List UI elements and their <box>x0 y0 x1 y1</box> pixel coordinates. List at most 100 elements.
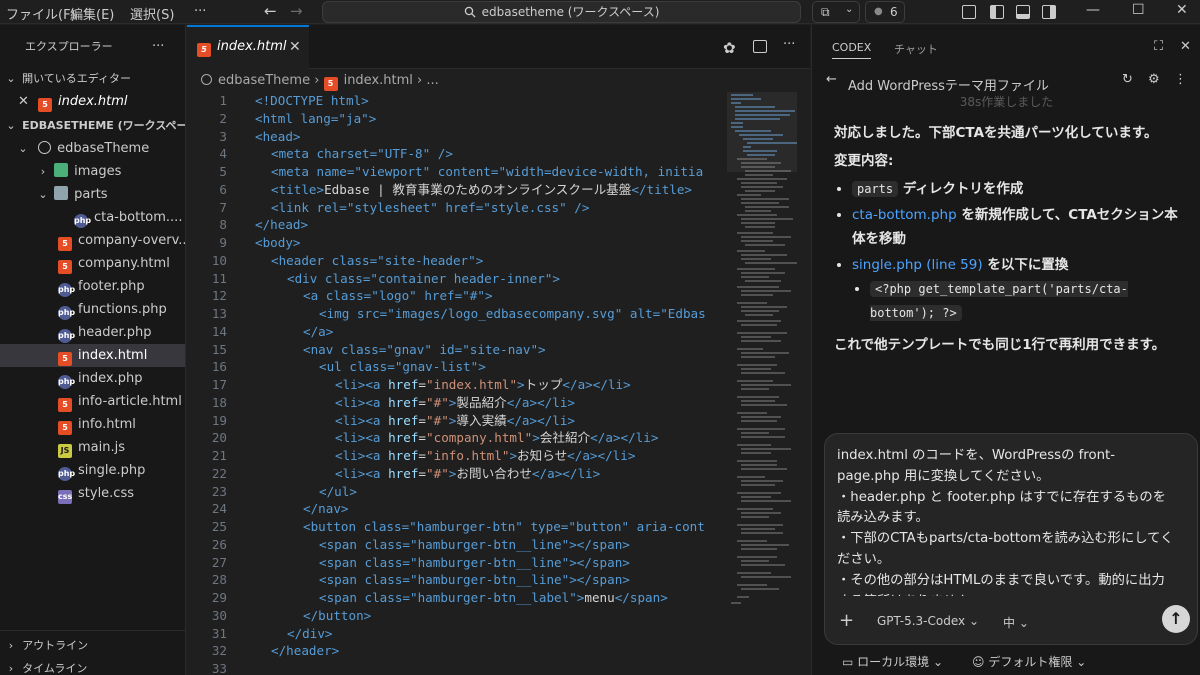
code-line: </head> <box>255 217 309 233</box>
more-actions-icon[interactable]: ⋮ <box>1174 72 1187 87</box>
model-select[interactable]: GPT-5.3-Codex ⌄ <box>877 614 979 628</box>
copilot-button[interactable]: ⧉ ⌄ <box>812 1 860 23</box>
html-file-icon: 5 <box>58 237 72 251</box>
code-view[interactable]: 1 2 3 4 5 6 7 8 9 10 11 12 13 14 15 16 1… <box>187 92 727 675</box>
openai-icon[interactable]: ✿ <box>723 39 736 57</box>
tree-item-style-css[interactable]: css style.css <box>0 482 185 505</box>
split-editor-icon[interactable] <box>753 40 767 53</box>
line-number: 26 <box>211 536 227 552</box>
toggle-sidebar-icon[interactable] <box>990 5 1004 19</box>
close-icon[interactable]: ✕ <box>18 90 29 113</box>
tree-item-parts[interactable]: ⌄ parts <box>0 183 185 206</box>
tree-item-cta-bottom[interactable]: php cta-bottom.... <box>0 206 185 229</box>
settings-gear-icon[interactable]: ⚙ <box>1148 72 1160 87</box>
line-number: 27 <box>211 554 227 570</box>
tree-item-single[interactable]: php single.php <box>0 459 185 482</box>
list-item: parts ディレクトリを作成 <box>852 177 1179 201</box>
open-editor-item[interactable]: ✕ 5 index.html <box>0 90 185 113</box>
expand-icon[interactable]: ⛶ <box>1154 39 1163 54</box>
agent-count-badge[interactable]: ● 6 <box>865 1 905 23</box>
copilot-icon: ⧉ <box>821 5 830 19</box>
line-number: 33 <box>211 661 227 675</box>
tab-codex[interactable]: CODEX <box>832 41 872 59</box>
tree-item-info[interactable]: 5 info.html <box>0 413 185 436</box>
maximize-icon[interactable]: ☐ <box>1132 2 1145 18</box>
open-editors-label: 開いているエディター <box>22 72 132 85</box>
sub-list: <?php get_template_part('parts/cta-botto… <box>852 277 1179 325</box>
close-window-icon[interactable]: ✕ <box>1176 2 1188 18</box>
workspace-section[interactable]: ⌄ EDBASETHEME (ワークスペース) <box>0 114 185 137</box>
chevron-right-icon: › <box>8 639 14 652</box>
reasoning-effort-select[interactable]: 中 ⌄ <box>1003 614 1029 631</box>
chevron-right-icon: › <box>40 165 46 178</box>
tree-item-company[interactable]: 5 company.html <box>0 252 185 275</box>
tree-item-main-js[interactable]: JS main.js <box>0 436 185 459</box>
file-link[interactable]: cta-bottom.php <box>852 207 957 223</box>
menu-file[interactable]: ファイル(F) <box>6 4 76 23</box>
assistant-message: 38s作業しました 対応しました。下部CTAを共通パーツ化しています。 変更内容… <box>834 95 1179 357</box>
inline-code: parts <box>852 181 899 197</box>
timeline-label: タイムライン <box>22 662 88 675</box>
tree-item-functions[interactable]: php functions.php <box>0 298 185 321</box>
tree-item-index-html[interactable]: 5 index.html <box>0 344 185 367</box>
explorer-more-icon[interactable]: ··· <box>152 35 164 58</box>
close-icon[interactable]: ✕ <box>289 39 301 55</box>
tab-chat[interactable]: チャット <box>894 41 938 57</box>
chevron-down-icon: ⌄ <box>1018 616 1029 630</box>
menu-more[interactable]: ··· <box>194 4 206 19</box>
permission-select[interactable]: ☺ デフォルト権限 ⌄ <box>972 653 1086 670</box>
chat-input-box[interactable]: index.html のコードを、WordPressの front-page.p… <box>824 433 1198 645</box>
list-item: <?php get_template_part('parts/cta-botto… <box>870 277 1179 325</box>
prompt-input[interactable]: index.html のコードを、WordPressの front-page.p… <box>837 446 1177 596</box>
breadcrumb-root[interactable]: edbaseTheme <box>218 73 310 88</box>
css-file-icon: css <box>58 490 72 504</box>
tree-item-company-overview[interactable]: 5 company-overv... <box>0 229 185 252</box>
back-arrow-icon[interactable]: ← <box>264 2 277 20</box>
tab-index-html[interactable]: 5 index.html ✕ <box>187 25 309 69</box>
breadcrumb-more[interactable]: ... <box>426 73 438 88</box>
back-arrow-icon[interactable]: ← <box>826 72 837 87</box>
file-link[interactable]: single.php (line 59) <box>852 257 983 273</box>
tree-root-folder[interactable]: ⌄ edbaseTheme <box>0 137 185 160</box>
add-attachment-icon[interactable]: + <box>839 610 854 631</box>
tree-item-index-php[interactable]: php index.php <box>0 367 185 390</box>
tree-item-images[interactable]: › images <box>0 160 185 183</box>
line-number: 8 <box>219 217 227 233</box>
open-editor-label: index.html <box>58 94 128 109</box>
menu-edit[interactable]: 編集(E) <box>70 4 114 23</box>
tree-item-label: index.html <box>78 348 148 363</box>
tree-item-header[interactable]: php header.php <box>0 321 185 344</box>
code-line: <ul class="gnav-list"> <box>319 359 486 375</box>
code-line: <li><a href="company.html">会社紹介</a></li> <box>335 430 659 446</box>
editor-scrollbar[interactable] <box>799 92 809 675</box>
customize-layout-icon[interactable] <box>962 5 976 19</box>
menu-select[interactable]: 選択(S) <box>130 4 174 23</box>
close-icon[interactable]: ✕ <box>1180 39 1191 54</box>
line-number: 16 <box>211 359 227 375</box>
minimap[interactable] <box>727 92 797 612</box>
send-button[interactable]: ↑ <box>1162 605 1190 633</box>
outline-section[interactable]: › アウトライン <box>0 634 185 657</box>
codex-panel: CODEX チャット ⛶ ✕ ← Add WordPressテーマ用ファイル ↻… <box>811 25 1200 675</box>
open-editors-section[interactable]: ⌄ 開いているエディター <box>0 67 185 90</box>
environment-select[interactable]: ▭ ローカル環境 ⌄ <box>842 653 943 670</box>
html-file-icon: 5 <box>197 43 211 57</box>
explorer-title: エクスプローラー <box>25 40 113 53</box>
breadcrumb-file[interactable]: index.html <box>344 73 413 88</box>
more-actions-icon[interactable]: ··· <box>783 37 795 52</box>
chevron-down-icon: ⌄ <box>1076 655 1087 669</box>
line-number: 12 <box>211 288 227 304</box>
toggle-secondary-sidebar-icon[interactable] <box>1042 5 1056 19</box>
tree-item-info-article[interactable]: 5 info-article.html <box>0 390 185 413</box>
minimize-icon[interactable]: — <box>1086 2 1100 18</box>
toggle-panel-icon[interactable] <box>1016 5 1030 19</box>
history-icon[interactable]: ↻ <box>1122 72 1133 87</box>
model-label: GPT-5.3-Codex <box>877 614 966 628</box>
code-line: <span class="hamburger-btn__line"></span… <box>319 554 630 570</box>
command-center[interactable]: edbasetheme (ワークスペース) <box>322 1 801 23</box>
line-number: 14 <box>211 323 227 339</box>
tree-item-footer[interactable]: php footer.php <box>0 275 185 298</box>
forward-arrow-icon[interactable]: → <box>290 2 303 20</box>
html-file-icon: 5 <box>58 352 72 366</box>
timeline-section[interactable]: › タイムライン <box>0 657 185 675</box>
